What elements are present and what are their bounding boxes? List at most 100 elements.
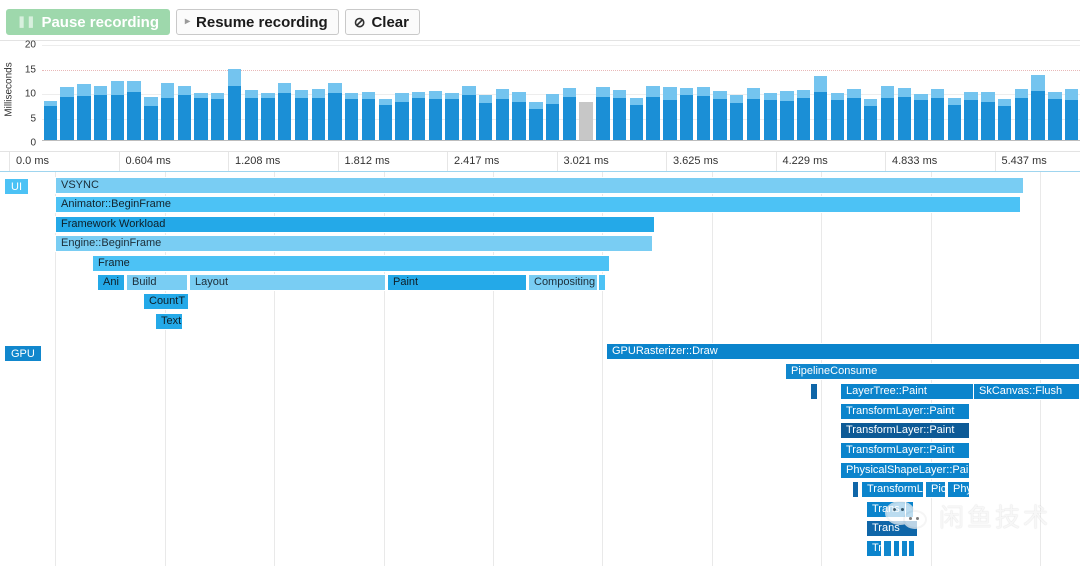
flame-event-gpu[interactable]: Tr [866, 540, 882, 557]
chart-bar[interactable] [897, 87, 911, 140]
chart-bar[interactable] [244, 89, 258, 140]
flame-event-ui[interactable] [598, 274, 606, 291]
chart-bar[interactable] [545, 93, 560, 140]
chart-bar[interactable] [261, 92, 275, 140]
chart-bar[interactable] [294, 89, 309, 140]
chart-bar[interactable] [797, 90, 811, 140]
flame-event-ui[interactable]: Build [126, 274, 188, 291]
chart-plot-area[interactable] [42, 45, 1080, 141]
flame-event-ui[interactable]: Ani [97, 274, 125, 291]
chart-bar[interactable] [445, 92, 459, 140]
flame-event-gpu[interactable]: Phy [947, 481, 970, 498]
chart-bar[interactable] [60, 86, 74, 140]
chart-bar[interactable] [997, 98, 1012, 140]
flame-event-ui[interactable]: Compositing [528, 274, 598, 291]
flame-event-sliver[interactable] [810, 383, 818, 400]
chart-bar[interactable] [629, 98, 644, 140]
chart-bar[interactable] [194, 92, 208, 140]
chart-bar[interactable] [562, 87, 577, 140]
clear-button[interactable]: ⊘ Clear [344, 9, 420, 35]
flame-event-sliver[interactable] [901, 540, 908, 557]
chart-bar[interactable] [1048, 91, 1062, 140]
chart-bar[interactable] [596, 87, 610, 140]
flame-event-gpu[interactable]: TransformLayer::Paint [840, 442, 970, 459]
chart-bar[interactable] [495, 88, 510, 140]
flame-event-ui[interactable]: Framework Workload [55, 216, 655, 233]
chart-bar[interactable] [713, 91, 727, 140]
chart-bar[interactable] [462, 85, 476, 140]
chart-bar[interactable] [1064, 88, 1079, 140]
flame-event-ui[interactable]: Engine::BeginFrame [55, 235, 653, 252]
chart-bar[interactable] [43, 100, 58, 140]
chart-bar[interactable] [278, 83, 292, 140]
chart-bar[interactable] [847, 88, 861, 140]
flame-event-ui[interactable]: Frame [92, 255, 610, 272]
flame-event-gpu[interactable]: TransformLayer::Paint [840, 403, 970, 420]
chart-bar[interactable] [780, 91, 794, 140]
chart-bar[interactable] [679, 88, 694, 140]
flame-event-gpu[interactable]: Pic [925, 481, 946, 498]
flame-event-ui[interactable]: Layout [189, 274, 386, 291]
chart-bar[interactable] [880, 86, 895, 140]
flame-event-ui[interactable]: Animator::BeginFrame [55, 196, 1021, 213]
flame-event-sliver[interactable] [883, 540, 892, 557]
chart-bar[interactable] [696, 86, 710, 140]
flame-event-ui[interactable]: Text [155, 313, 183, 330]
track-badge-gpu[interactable]: GPU [4, 345, 42, 362]
chart-bar[interactable] [144, 97, 158, 140]
chart-bar[interactable] [663, 86, 677, 140]
resume-recording-button[interactable]: ▸ Resume recording [175, 9, 339, 35]
chart-bar[interactable] [947, 97, 962, 140]
flame-event-gpu[interactable]: TransformLayer::Paint [840, 422, 970, 439]
chart-bar[interactable] [395, 92, 409, 140]
chart-bar[interactable] [411, 92, 426, 140]
flame-event-sliver[interactable] [908, 540, 915, 557]
chart-bar[interactable] [160, 83, 175, 140]
chart-bar[interactable] [964, 91, 978, 140]
flame-event-ui[interactable]: Paint [387, 274, 527, 291]
chart-bar[interactable] [328, 83, 342, 140]
flame-event-ui[interactable]: CountT [143, 293, 189, 310]
flame-event-sliver[interactable] [905, 501, 914, 518]
flame-event-sliver[interactable] [852, 481, 859, 498]
chart-bar[interactable] [730, 94, 744, 140]
chart-bar[interactable] [345, 92, 359, 140]
chart-bar[interactable] [646, 86, 660, 140]
chart-bar[interactable] [830, 92, 844, 140]
chart-bar[interactable] [77, 84, 91, 140]
chart-bar[interactable] [1031, 74, 1045, 140]
flame-event-sliver[interactable] [893, 540, 900, 557]
chart-bar[interactable] [361, 91, 376, 140]
flame-event-gpu[interactable]: PhysicalShapeLayer::Pai [840, 462, 970, 479]
chart-bar[interactable] [512, 91, 526, 140]
chart-bar[interactable] [428, 91, 443, 140]
flame-event-gpu[interactable]: PipelineConsume [785, 363, 1080, 380]
chart-bar[interactable] [981, 91, 995, 140]
chart-bar[interactable] [378, 98, 392, 140]
chart-bar[interactable] [914, 93, 928, 140]
frame-timing-chart[interactable]: Milliseconds 0 5 10 15 20 [0, 40, 1080, 152]
chart-bar[interactable] [177, 85, 191, 140]
flame-chart[interactable]: UI GPU VSYNC Animator::BeginFrame Framewor… [0, 172, 1080, 566]
flame-event-gpu[interactable]: Trans [866, 520, 918, 537]
chart-bar[interactable] [1014, 89, 1029, 140]
chart-bar[interactable] [612, 89, 627, 140]
chart-bar[interactable] [93, 86, 108, 140]
chart-bar[interactable] [478, 94, 493, 140]
flame-event-gpu[interactable]: Trans [866, 501, 910, 518]
flame-event-gpu[interactable]: GPURasterizer::Draw [606, 343, 1080, 360]
chart-bar[interactable] [763, 93, 777, 140]
flame-event-gpu[interactable]: LayerTree::Paint [840, 383, 975, 400]
flame-event-gpu[interactable]: TransformL [861, 481, 924, 498]
chart-bar[interactable] [110, 81, 125, 140]
chart-bar[interactable] [529, 101, 543, 140]
pause-recording-button[interactable]: ❚❚ Pause recording [6, 9, 170, 35]
flame-event-ui[interactable]: VSYNC [55, 177, 1024, 194]
chart-bar[interactable] [127, 81, 141, 140]
chart-bar[interactable] [746, 87, 761, 140]
chart-bar[interactable] [227, 68, 242, 140]
chart-bar[interactable] [813, 76, 828, 140]
chart-bar[interactable] [211, 92, 225, 140]
chart-bar[interactable] [864, 98, 878, 140]
chart-bar[interactable] [930, 89, 945, 140]
